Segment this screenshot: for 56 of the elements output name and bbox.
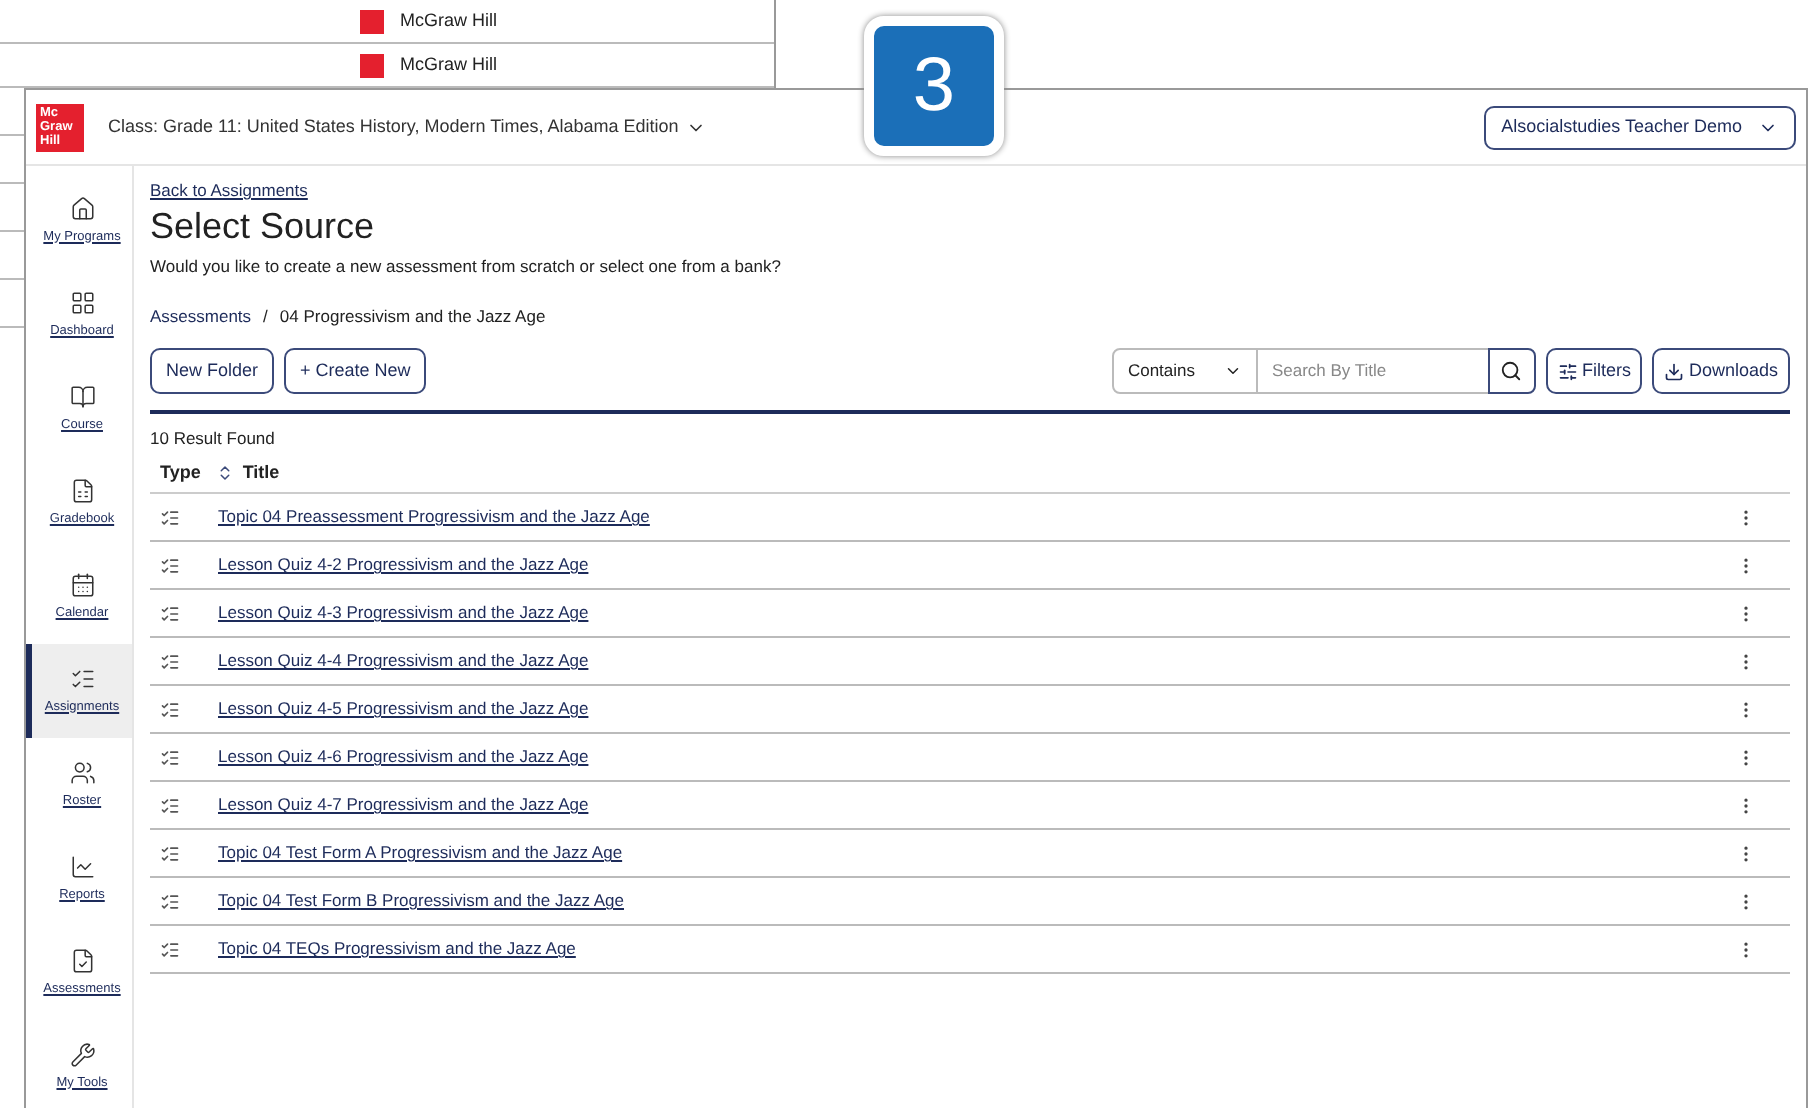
sort-icon	[216, 464, 235, 482]
assessment-icon	[160, 795, 180, 815]
spreadsheet-icon	[69, 477, 95, 504]
assessment-icon	[160, 507, 180, 527]
search-button[interactable]	[1487, 348, 1536, 395]
match-mode-dropdown[interactable]: Contains	[1111, 348, 1258, 395]
list-item: McGraw Hill	[400, 7, 497, 34]
assessment-icon	[160, 939, 180, 959]
result-count: 10 Result Found	[150, 426, 277, 452]
assessment-icon	[160, 555, 180, 575]
downloads-button[interactable]: Downloads	[1652, 348, 1790, 395]
dashboard-icon	[69, 289, 95, 316]
page-title: Select Source	[150, 203, 377, 248]
new-folder-button[interactable]: New Folder	[150, 348, 275, 395]
book-icon	[69, 383, 95, 410]
calendar-icon	[69, 571, 95, 598]
assessment-link[interactable]: Lesson Quiz 4-7 Progressivism and the Jazz Age	[218, 792, 589, 818]
column-header: Title	[242, 459, 280, 486]
assessment-link[interactable]: Topic 04 Test Form A Progressivism and the Jazz Age	[218, 840, 623, 866]
assessment-link[interactable]: Lesson Quiz 4-3 Progressivism and the Jazz Age	[218, 600, 589, 626]
back-link[interactable]: Back to Assignments	[150, 178, 1790, 204]
assessment-link[interactable]: Topic 04 TEQs Progressivism and the Jazz Age	[218, 936, 576, 962]
create-new-button[interactable]: + Create New	[284, 348, 427, 395]
assessment-icon	[160, 891, 180, 911]
assessment-link[interactable]: Lesson Quiz 4-2 Progressivism and the Jazz Age	[218, 552, 589, 578]
breadcrumb-separator: /	[263, 303, 268, 329]
list-item: McGraw Hill	[400, 51, 497, 78]
home-icon	[69, 195, 95, 222]
people-icon	[69, 759, 95, 786]
filters-button[interactable]: Filters	[1545, 348, 1643, 395]
chart-icon	[69, 853, 95, 880]
class-selector[interactable]: Class: Grade 11: United States History, Modern Times, Alabama Edition	[108, 113, 707, 141]
download-icon	[1664, 361, 1685, 382]
search-field[interactable]: Search By Title	[1257, 348, 1488, 395]
breadcrumb-current: 04 Progressivism and the Jazz Age	[279, 303, 546, 329]
search-icon	[1500, 360, 1523, 383]
assessment-link[interactable]: Topic 04 Test Form B Progressivism and the Jazz Age	[218, 888, 624, 914]
wrench-icon	[69, 1041, 95, 1068]
assessment-link[interactable]: Topic 04 Preassessment Progressivism and the Jazz Age	[218, 504, 650, 530]
user-menu[interactable]: Alsocialstudies Teacher Demo	[1483, 105, 1796, 149]
logo-icon	[360, 9, 384, 33]
assessment-link[interactable]: Lesson Quiz 4-5 Progressivism and the Jazz Age	[218, 696, 589, 722]
page-subtitle: Would you like to create a new assessment from scratch or select one from a bank?	[150, 253, 783, 279]
column-header: Type	[158, 459, 201, 486]
filter-icon	[1557, 361, 1578, 382]
assessment-icon	[160, 747, 180, 767]
breadcrumb-link[interactable]: Assessments	[150, 303, 252, 329]
logo-icon	[360, 53, 384, 77]
assessment-link[interactable]: Lesson Quiz 4-4 Progressivism and the Jazz Age	[218, 648, 589, 674]
assessment-icon	[160, 699, 180, 719]
document-check-icon	[69, 947, 95, 974]
list-icon	[69, 665, 95, 692]
assessment-icon	[160, 843, 180, 863]
assessment-icon	[160, 651, 180, 671]
assessment-icon	[160, 603, 180, 623]
assessment-link[interactable]: Lesson Quiz 4-6 Progressivism and the Jazz Age	[218, 744, 589, 770]
